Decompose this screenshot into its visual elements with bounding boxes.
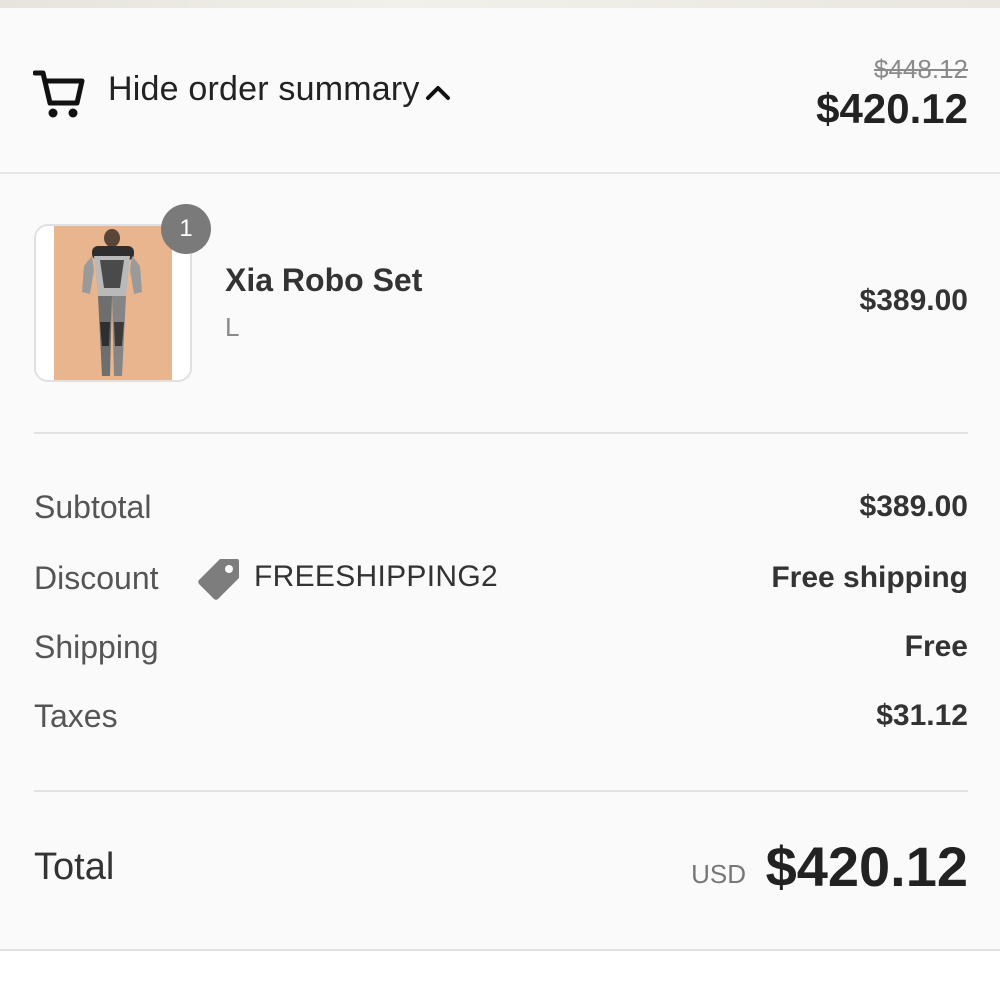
top-edge-strip: [0, 0, 1000, 8]
taxes-label: Taxes: [34, 698, 118, 734]
hide-order-summary-link[interactable]: Hide order summary: [108, 70, 420, 109]
subtotal-value: $389.00: [859, 490, 968, 523]
product-price: $389.00: [859, 284, 968, 317]
product-name: Xia Robo Set: [225, 262, 423, 298]
product-image: [36, 226, 190, 380]
header-price-block: $448.12 $420.12: [816, 54, 968, 134]
header-total-price: $420.12: [816, 85, 968, 132]
divider: [34, 790, 968, 792]
discount-value: Free shipping: [771, 561, 968, 594]
total-label: Total: [34, 846, 115, 888]
subtotal-label: Subtotal: [34, 489, 152, 525]
divider: [34, 432, 968, 434]
taxes-value: $31.12: [876, 699, 968, 732]
shopping-cart-icon: [33, 70, 85, 118]
discount-code: FREESHIPPING2: [254, 560, 498, 593]
quantity-badge: 1: [161, 204, 211, 254]
discount-label: Discount: [34, 560, 159, 596]
shipping-value: Free: [904, 630, 968, 663]
chevron-up-icon[interactable]: [424, 82, 452, 102]
shipping-label: Shipping: [34, 629, 159, 665]
currency-code: USD: [691, 859, 746, 889]
product-variant: L: [225, 312, 240, 342]
product-thumbnail: [34, 224, 192, 382]
order-summary-toggle[interactable]: Hide order summary $448.12 $420.12: [0, 8, 1000, 174]
discount-tag-icon: [198, 559, 239, 600]
grand-total-price: $420.12: [765, 835, 968, 898]
order-summary-panel: 1 Xia Robo Set L $389.00 Subtotal $389.0…: [0, 174, 1000, 951]
compare-at-total: $448.12: [874, 54, 968, 84]
